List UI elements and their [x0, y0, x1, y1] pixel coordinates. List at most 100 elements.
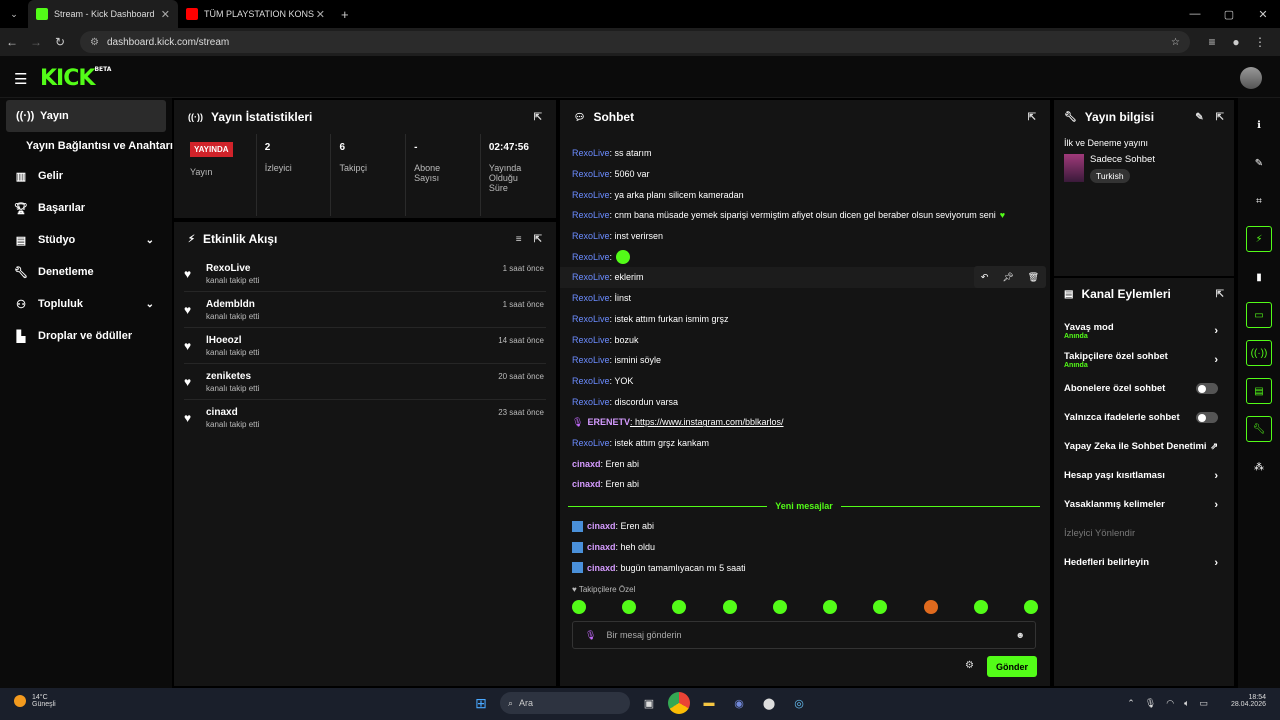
emote-icon[interactable] [873, 600, 888, 614]
hamburger-menu-icon[interactable]: ☰ [14, 70, 27, 88]
delete-icon[interactable]: 🗑︎ [1028, 272, 1039, 283]
category-name[interactable]: Sadece Sohbet [1090, 154, 1155, 165]
pin-icon[interactable]: 📌︎ [1002, 272, 1013, 283]
url-field[interactable]: ⚙ dashboard.kick.com/stream ☆ [80, 31, 1190, 53]
taskbar-search[interactable]: ⌕ Ara [500, 692, 630, 714]
sidebar-item-droplar[interactable]: ▙ Droplar ve ödüller [0, 320, 172, 352]
chat-link[interactable]: : https://www.instagram.com/bblkarlos/ [630, 417, 784, 427]
clock[interactable]: 18:54 28.04.2026 [1231, 694, 1266, 708]
chat-username[interactable]: cinaxd [572, 459, 601, 469]
site-info-icon[interactable]: ⚙ [90, 37, 99, 48]
bookmark-star-icon[interactable]: ☆ [1171, 37, 1180, 48]
popout-icon[interactable]: ⇱ [534, 112, 542, 123]
chat-messages[interactable]: RexoLive: ss atarım RexoLive: 5060 var R… [560, 143, 1038, 495]
sidebar-item-denetleme[interactable]: 🔧︎ Denetleme [0, 256, 172, 288]
chat-username[interactable]: RexoLive [572, 169, 610, 179]
popout-icon[interactable]: ⇱ [534, 234, 542, 245]
event-user[interactable]: zeniketes [206, 371, 259, 382]
tab-youtube[interactable]: TÜM PLAYSTATION KONSOLLAR ✕ [178, 0, 333, 28]
emote-icon[interactable] [923, 600, 938, 614]
chat-icon[interactable]: ▭ [1246, 302, 1272, 328]
chat-username[interactable]: cinaxd [572, 479, 601, 489]
new-tab-button[interactable]: + [341, 7, 349, 22]
app-icon[interactable]: ⬤ [758, 692, 780, 714]
chat-username[interactable]: RexoLive [572, 355, 610, 365]
filter-icon[interactable]: ≡ [516, 234, 522, 245]
steam-icon[interactable]: ◎ [788, 692, 810, 714]
event-user[interactable]: lHoeozl [206, 335, 259, 346]
battery-icon[interactable]: ▭ [1199, 698, 1208, 709]
chat-message-input[interactable]: 🎙︎ Bir mesaj gönderin ☻ [572, 621, 1036, 649]
edit-icon[interactable]: ✎ [1195, 112, 1203, 123]
chat-username[interactable]: RexoLive [572, 335, 610, 345]
chevron-up-icon[interactable]: ⌃ [1127, 698, 1135, 709]
chat-username[interactable]: RexoLive [572, 376, 610, 386]
chat-username[interactable]: ERENETV [587, 417, 630, 427]
sidebar-item-topluluk[interactable]: ⚇ Topluluk ⌄ [0, 288, 172, 320]
emoji-picker-icon[interactable]: ☻ [1016, 630, 1025, 640]
user-avatar[interactable] [1240, 67, 1262, 89]
banned-words-row[interactable]: Yasaklanmış kelimeler › [1054, 490, 1234, 519]
reading-list-icon[interactable]: ≡ [1200, 35, 1224, 49]
emotes-only-toggle[interactable] [1196, 412, 1218, 423]
chat-username[interactable]: RexoLive [572, 252, 610, 262]
ai-moderation-row[interactable]: Yapay Zeka ile Sohbet Denetimi ⇗ [1054, 432, 1234, 461]
emote-icon[interactable] [572, 600, 586, 614]
close-window-icon[interactable]: ✕ [1246, 0, 1280, 28]
event-user[interactable]: RexoLive [206, 263, 259, 274]
info-icon[interactable]: ℹ [1246, 112, 1272, 138]
chat-username[interactable]: RexoLive [572, 210, 610, 220]
sidebar-item-basarilar[interactable]: 🏆︎ Başarılar [0, 192, 172, 224]
back-icon[interactable]: ← [0, 35, 24, 49]
chat-username[interactable]: RexoLive [572, 148, 610, 158]
chat-username[interactable]: RexoLive [572, 272, 610, 282]
file-explorer-icon[interactable]: ▬ [698, 692, 720, 714]
tab-kick-dashboard[interactable]: Stream - Kick Dashboard ✕ [28, 0, 178, 28]
chat-username[interactable]: RexoLive [572, 293, 610, 303]
lightning-icon[interactable]: ⚡︎ [1246, 226, 1272, 252]
sidebar-item-studyo[interactable]: ▤ Stüdyo ⌄ [0, 224, 172, 256]
chrome-icon[interactable] [668, 692, 690, 714]
chat-username[interactable]: RexoLive [572, 231, 610, 241]
emote-icon[interactable] [772, 600, 787, 614]
broadcast-icon[interactable]: ((·)) [1246, 340, 1272, 366]
slow-mode-row[interactable]: Yavaş mod Anında › [1054, 316, 1234, 345]
weather-widget[interactable]: 14°C Güneşli [14, 694, 56, 708]
tab-list-icon[interactable]: ⌄ [0, 9, 28, 20]
chat-username[interactable]: RexoLive [572, 190, 610, 200]
volume-icon[interactable]: 🔈︎ [1184, 698, 1189, 709]
chat-username[interactable]: RexoLive [572, 314, 610, 324]
microphone-icon[interactable]: 🎙︎ [1145, 698, 1156, 709]
emote-icon[interactable] [1023, 600, 1038, 614]
channel-icon[interactable]: ▤ [1246, 378, 1272, 404]
subscribers-only-toggle[interactable] [1196, 383, 1218, 394]
chat-username[interactable]: cinaxd [587, 563, 616, 573]
chat-username[interactable]: RexoLive [572, 397, 610, 407]
profile-icon[interactable]: ● [1224, 35, 1248, 49]
send-button[interactable]: Gönder [987, 656, 1037, 677]
edit-icon[interactable]: ✎ [1246, 150, 1272, 176]
browser-menu-icon[interactable]: ⋮ [1248, 35, 1272, 49]
emote-icon[interactable] [823, 600, 838, 614]
emote-icon[interactable] [672, 600, 687, 614]
discord-icon[interactable]: ◉ [728, 692, 750, 714]
account-age-row[interactable]: Hesap yaşı kısıtlaması › [1054, 461, 1234, 490]
minimize-icon[interactable]: — [1178, 0, 1212, 28]
sidebar-item-gelir[interactable]: ▥ Gelir [0, 160, 172, 192]
sidebar-item-stream-key[interactable]: Yayın Bağlantısı ve Anahtarı [0, 132, 173, 160]
wrench-icon[interactable]: 🔧︎ [1246, 416, 1272, 442]
popout-icon[interactable]: ⇱ [1028, 112, 1036, 123]
emote-icon[interactable] [722, 600, 737, 614]
chat-username[interactable]: cinaxd [587, 521, 616, 531]
popout-icon[interactable]: ⇱ [1216, 112, 1224, 123]
set-goals-row[interactable]: Hedefleri belirleyin › [1054, 548, 1234, 577]
screenshot-icon[interactable]: ⌗ [1246, 188, 1272, 214]
task-view-icon[interactable]: ▣ [638, 692, 660, 714]
chat-username[interactable]: RexoLive [572, 438, 610, 448]
wifi-icon[interactable]: ◠ [1166, 698, 1174, 709]
event-user[interactable]: cinaxd [206, 407, 259, 418]
windows-start-icon[interactable]: ⊞ [470, 692, 492, 714]
close-tab-icon[interactable]: ✕ [161, 8, 170, 21]
chat-username[interactable]: cinaxd [587, 542, 616, 552]
kick-logo[interactable]: KICKBETA [40, 66, 111, 91]
